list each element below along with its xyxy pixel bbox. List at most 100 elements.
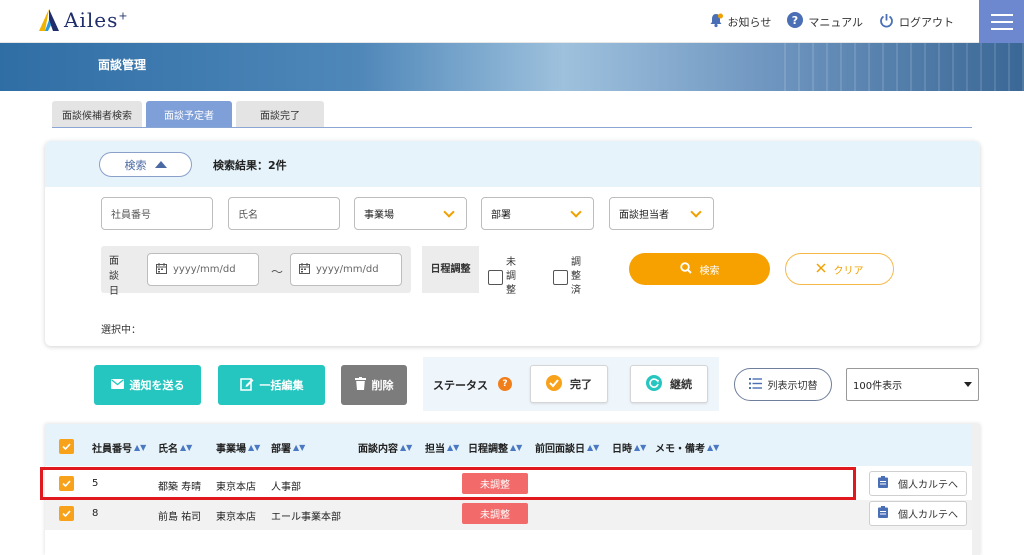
close-icon: [815, 262, 826, 276]
svg-text:?: ?: [792, 14, 798, 27]
logout-label: ログアウト: [899, 15, 954, 29]
date-from-input[interactable]: yyyy/mm/dd: [147, 253, 259, 286]
logout-link[interactable]: ログアウト: [879, 13, 954, 31]
th-schedule[interactable]: 日程調整 ▲▼: [468, 440, 522, 455]
status-group: ステータス ? 完了 継続: [423, 357, 719, 411]
clipboard-icon: [878, 476, 888, 491]
notice-label: お知らせ: [727, 15, 772, 29]
th-dept[interactable]: 部署 ▲▼: [271, 440, 305, 455]
cell-dept: エール事業本部: [271, 512, 341, 523]
logo-text: Ailes+: [64, 8, 129, 32]
trash-icon: [354, 377, 366, 393]
adjusted-checkbox[interactable]: 調整済: [553, 256, 585, 298]
search-icon: [679, 261, 692, 277]
sort-icon: ▲▼: [180, 443, 193, 452]
logo-mark-icon: [38, 8, 60, 32]
date-to-input[interactable]: yyyy/mm/dd: [290, 253, 402, 286]
date-label: 面談日: [109, 256, 119, 297]
cell-name: 前島 祐司: [158, 512, 202, 523]
cell-employee-no: 8: [92, 508, 99, 519]
selected-label: 選択中：: [101, 325, 141, 336]
tab-divider: [52, 127, 972, 128]
interviewer-select[interactable]: 面談担当者: [609, 197, 714, 230]
search-panel: 検索 検索結果：2件 社員番号 氏名 事業場 部署 面談担当者 面談日 yyyy…: [45, 141, 980, 346]
tab-scheduled[interactable]: 面談予定者: [146, 101, 232, 127]
logo[interactable]: Ailes+: [38, 8, 129, 32]
sort-icon: ▲▼: [634, 443, 647, 452]
sort-icon: ▲▼: [447, 443, 460, 452]
name-input[interactable]: 氏名: [228, 197, 340, 230]
sort-icon: ▲▼: [293, 443, 306, 452]
menu-button[interactable]: [979, 0, 1024, 43]
th-office[interactable]: 事業場 ▲▼: [216, 440, 260, 455]
result-count: 検索結果：2件: [213, 159, 287, 172]
chevron-down-icon: [570, 205, 582, 218]
dept-select[interactable]: 部署: [481, 197, 594, 230]
employee-no-input[interactable]: 社員番号: [101, 197, 213, 230]
page-banner: 面談管理: [0, 43, 1024, 91]
help-icon[interactable]: ?: [498, 377, 512, 391]
table-scrollbar[interactable]: [972, 424, 980, 555]
th-memo[interactable]: メモ・備考 ▲▼: [655, 440, 719, 455]
sort-icon: ▲▼: [134, 443, 147, 452]
calendar-icon: [299, 262, 310, 277]
chevron-down-icon: [690, 205, 702, 218]
check-circle-icon: [546, 374, 562, 394]
interview-date-range: 面談日 yyyy/mm/dd ～ yyyy/mm/dd: [101, 246, 411, 297]
search-toggle-label: 検索: [124, 158, 147, 172]
search-header: 検索 検索結果：2件: [45, 141, 980, 187]
row-highlight-frame: [40, 467, 856, 500]
notify-button[interactable]: 通知を送る: [94, 365, 201, 405]
page-title: 面談管理: [98, 58, 147, 72]
edit-icon: [239, 377, 254, 394]
th-content[interactable]: 面談内容 ▲▼: [358, 440, 412, 455]
table-row[interactable]: 8 前島 祐司 東京本店 エール事業本部 未調整 個人カルテへ: [45, 500, 980, 530]
power-icon: [879, 13, 894, 31]
refresh-icon: [646, 374, 662, 394]
sort-icon: ▲▼: [248, 443, 261, 452]
help-icon: ?: [787, 12, 804, 31]
sort-icon: ▲▼: [707, 443, 720, 452]
status-label: ステータス: [433, 379, 488, 392]
chevron-down-icon: [443, 205, 455, 218]
sort-icon: ▲▼: [400, 443, 413, 452]
th-last-date[interactable]: 前回面談日 ▲▼: [535, 440, 599, 455]
calendar-icon: [156, 262, 167, 277]
th-name[interactable]: 氏名 ▲▼: [158, 440, 192, 455]
manual-link[interactable]: ? マニュアル: [787, 12, 863, 31]
notice-link[interactable]: お知らせ: [709, 13, 772, 31]
bulk-edit-button[interactable]: 一括編集: [218, 365, 325, 405]
schedule-label: 日程調整: [422, 246, 479, 293]
list-icon: [748, 377, 762, 392]
hamburger-icon: [990, 13, 1013, 16]
tab-candidate-search[interactable]: 面談候補者検索: [52, 101, 142, 127]
tab-completed[interactable]: 面談完了: [236, 101, 324, 127]
schedule-status-badge: 未調整: [462, 503, 528, 524]
office-select[interactable]: 事業場: [354, 197, 467, 230]
search-button[interactable]: 検索: [629, 253, 770, 285]
triangle-up-icon: [154, 161, 167, 168]
karte-button[interactable]: 個人カルテへ: [869, 471, 967, 496]
column-toggle-button[interactable]: 列表示切替: [734, 368, 832, 401]
mail-icon: [110, 378, 124, 392]
status-complete-button[interactable]: 完了: [530, 365, 608, 403]
dropdown-arrow-icon: [964, 382, 972, 387]
sort-icon: ▲▼: [510, 443, 523, 452]
cell-office: 東京本店: [216, 512, 256, 523]
row-checkbox[interactable]: [59, 506, 74, 521]
bell-icon: [709, 13, 723, 31]
th-employee-no[interactable]: 社員番号 ▲▼: [92, 440, 146, 455]
sort-icon: ▲▼: [587, 443, 600, 452]
per-page-select[interactable]: 100件表示: [846, 368, 979, 401]
clear-button[interactable]: クリア: [785, 253, 894, 285]
th-datetime[interactable]: 日時 ▲▼: [612, 440, 646, 455]
th-assignee[interactable]: 担当 ▲▼: [425, 440, 459, 455]
manual-label: マニュアル: [808, 15, 863, 29]
search-toggle-button[interactable]: 検索: [99, 152, 192, 177]
table-header: 社員番号 ▲▼ 氏名 ▲▼ 事業場 ▲▼ 部署 ▲▼ 面談内容 ▲▼ 担当 ▲▼ 日程調整 ▲…: [45, 424, 980, 466]
status-continue-button[interactable]: 継続: [630, 365, 708, 403]
unadjusted-checkbox[interactable]: 未調整: [488, 256, 520, 298]
delete-button[interactable]: 削除: [341, 365, 407, 405]
select-all-checkbox[interactable]: [59, 439, 74, 454]
karte-button[interactable]: 個人カルテへ: [869, 501, 967, 526]
